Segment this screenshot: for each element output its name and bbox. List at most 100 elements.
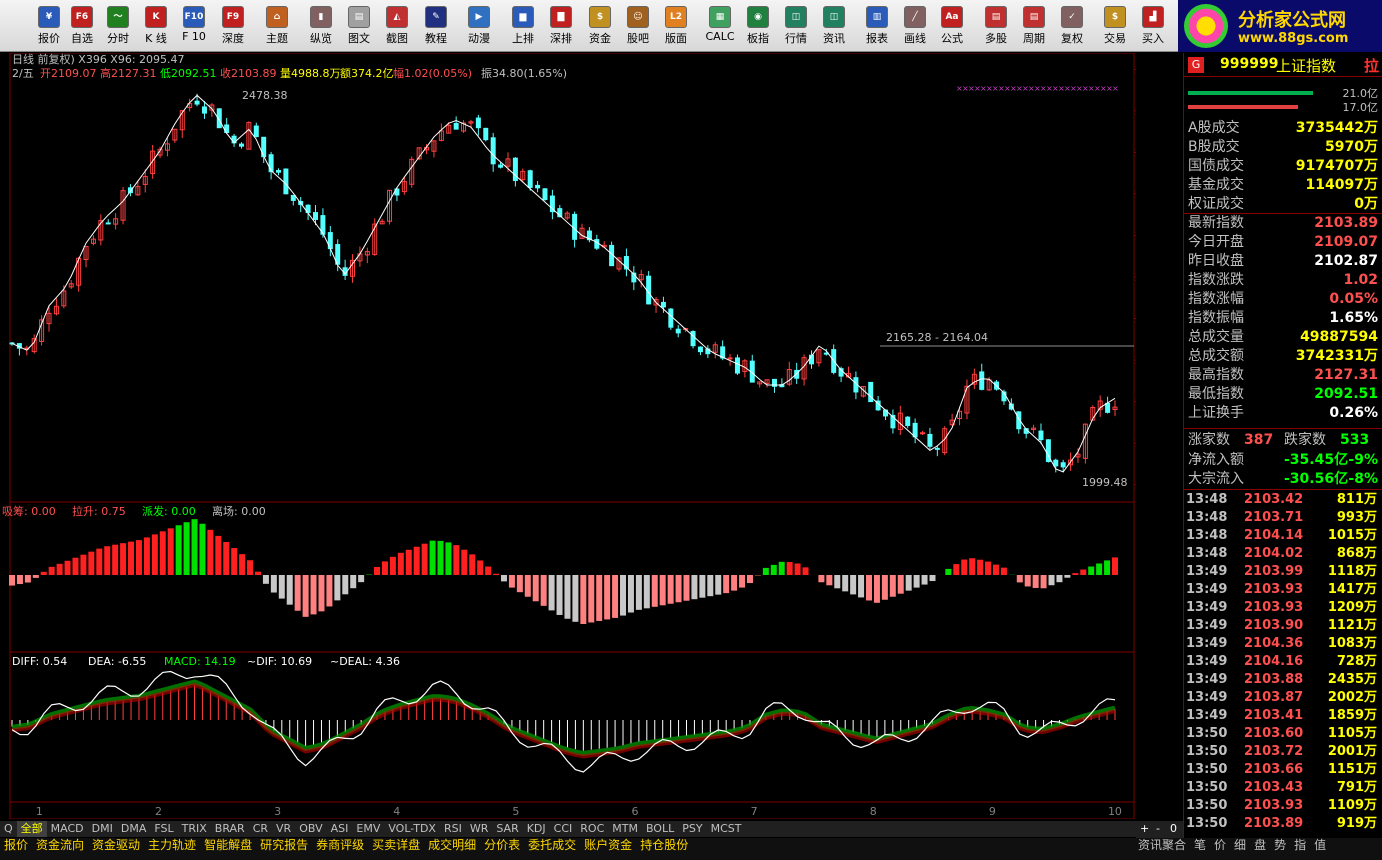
toolbar-button-5[interactable]: F9 深度 <box>214 2 252 50</box>
toolbar-button-17[interactable]: ▦ CALC <box>701 2 739 50</box>
toolbar-button-12[interactable]: ▆ 上排 <box>504 2 542 50</box>
flow-value: -30.56亿 <box>1284 471 1349 487</box>
toolbar-button-25[interactable]: ▤ 周期 <box>1015 2 1053 50</box>
tick-price: 2103.93 <box>1244 798 1304 813</box>
toolbar-button-26[interactable]: ✓ 复权 <box>1053 2 1091 50</box>
indicator-tab-9[interactable]: VR <box>272 821 295 837</box>
indicator-tab-10[interactable]: OBV <box>295 821 326 837</box>
toolbar-button-6[interactable]: ⌂ 主题 <box>258 2 296 50</box>
tick-time: 13:49 <box>1186 564 1228 579</box>
function-tab-9[interactable]: 分价表 <box>480 838 524 852</box>
toolbar-button-10[interactable]: ✎ 教程 <box>417 2 455 50</box>
right-tab-1[interactable]: 笔 <box>1190 838 1210 852</box>
toolbar-button-27[interactable]: $ 交易 <box>1096 2 1134 50</box>
function-tab-8[interactable]: 成交明细 <box>424 838 480 852</box>
stat-row: 最新指数 2103.89 <box>1188 214 1378 233</box>
indicator-tab-13[interactable]: VOL-TDX <box>384 821 440 837</box>
function-tab-10[interactable]: 委托成交 <box>524 838 580 852</box>
right-tab-5[interactable]: 势 <box>1270 838 1290 852</box>
toolbar-button-13[interactable]: ▇ 深排 <box>542 2 580 50</box>
right-tab-2[interactable]: 价 <box>1210 838 1230 852</box>
indicator-tab-16[interactable]: SAR <box>492 821 522 837</box>
umbrella-icon: ◭ <box>386 6 408 28</box>
indicator-tab-5[interactable]: FSL <box>150 821 177 837</box>
tick-row: 13:50 2103.89 919万 <box>1184 815 1382 833</box>
tick-price: 2103.89 <box>1244 816 1304 831</box>
indicator-tab-17[interactable]: KDJ <box>523 821 550 837</box>
right-tab-3[interactable]: 细 <box>1230 838 1250 852</box>
function-tab-2[interactable]: 资金驱动 <box>88 838 144 852</box>
indicator-tab-7[interactable]: BRAR <box>211 821 249 837</box>
indicator-tab-23[interactable]: MCST <box>707 821 746 837</box>
tick-row: 13:48 2103.71 993万 <box>1184 509 1382 527</box>
toolbar-button-8[interactable]: ▤ 图文 <box>340 2 378 50</box>
toolbar-button-20[interactable]: ◫ 资讯 <box>815 2 853 50</box>
function-tab-3[interactable]: 主力轨迹 <box>144 838 200 852</box>
multistock-icon: ▤ <box>985 6 1007 28</box>
indicator-tab-21[interactable]: BOLL <box>642 821 678 837</box>
function-tab-1[interactable]: 资金流向 <box>32 838 88 852</box>
toolbar-button-18[interactable]: ◉ 板指 <box>739 2 777 50</box>
zoom-out-button[interactable]: - <box>1156 822 1160 835</box>
zoom-in-button[interactable]: + <box>1140 822 1149 835</box>
toolbar-button-4[interactable]: F10 F 10 <box>175 2 213 50</box>
indicator-tab-0[interactable]: Q <box>0 821 17 837</box>
function-tab-7[interactable]: 买卖详盘 <box>368 838 424 852</box>
stock-tag: G <box>1188 57 1204 73</box>
toolbar-button-28[interactable]: ▟ 买入 <box>1134 2 1172 50</box>
toolbar-button-22[interactable]: ╱ 画线 <box>896 2 934 50</box>
toolbar-button-21[interactable]: ▥ 报表 <box>858 2 896 50</box>
toolbar-button-16[interactable]: L2 版面 <box>657 2 695 50</box>
indicator-tab-15[interactable]: WR <box>466 821 493 837</box>
stat-value: 5970万 <box>1325 139 1378 155</box>
function-tab-12[interactable]: 持仓股份 <box>636 838 692 852</box>
toolbar-button-7[interactable]: ▮ 纵览 <box>302 2 340 50</box>
toolbar-button-23[interactable]: Aa 公式 <box>933 2 971 50</box>
sub1-bar <box>24 575 31 583</box>
indicator-tab-20[interactable]: MTM <box>608 821 642 837</box>
right-tab-7[interactable]: 值 <box>1310 838 1330 852</box>
indicator-tab-22[interactable]: PSY <box>678 821 706 837</box>
toolbar-button-11[interactable]: ▶ 动漫 <box>460 2 498 50</box>
right-tab-4[interactable]: 盘 <box>1250 838 1270 852</box>
tick-time: 13:49 <box>1186 582 1228 597</box>
price-tick-label: 2450 <box>1135 105 1136 118</box>
chart-area[interactable]: 日线 前复权) X396 X96: 2095.47 2/五 开2109.07 高212… <box>0 52 1182 820</box>
tick-volume: 1015万 <box>1327 528 1377 543</box>
function-tab-0[interactable]: 报价 <box>0 838 32 852</box>
stat-label: 总成交量 <box>1188 329 1244 345</box>
indicator-tab-1[interactable]: 全部 <box>16 821 47 837</box>
function-tab-4[interactable]: 智能解盘 <box>200 838 256 852</box>
down-label: 跌家数 <box>1284 432 1326 448</box>
kline-chart-svg[interactable]: 日线 前复权) X396 X96: 2095.472/五 开2109.07 高212… <box>0 52 1182 820</box>
indicator-tab-19[interactable]: ROC <box>576 821 608 837</box>
toolbar-button-24[interactable]: ▤ 多股 <box>977 2 1015 50</box>
function-tab-6[interactable]: 券商评级 <box>312 838 368 852</box>
function-tab-5[interactable]: 研究报告 <box>256 838 312 852</box>
indicator-tab-12[interactable]: EMV <box>352 821 384 837</box>
indicator-tab-8[interactable]: CR <box>249 821 272 837</box>
stat-row: 指数涨跌 1.02 <box>1188 271 1378 290</box>
right-tab-0[interactable]: 资讯聚合 <box>1134 838 1190 852</box>
indicator-tab-4[interactable]: DMA <box>117 821 151 837</box>
toolbar-button-9[interactable]: ◭ 截图 <box>378 2 416 50</box>
toolbar-button-1[interactable]: F6 自选 <box>63 2 101 50</box>
month-tick-label: 6 <box>631 805 638 818</box>
indicator-tab-14[interactable]: RSI <box>440 821 466 837</box>
toolbar-button-15[interactable]: ☺ 股吧 <box>619 2 657 50</box>
zoom-extra[interactable]: 0 <box>1170 822 1177 835</box>
sub1-bar <box>596 575 603 621</box>
indicator-tab-11[interactable]: ASI <box>327 821 353 837</box>
ohlc-value: 振34.80(1.65%) <box>481 66 567 80</box>
toolbar-button-19[interactable]: ◫ 行情 <box>777 2 815 50</box>
toolbar-button-2[interactable]: ～ 分时 <box>99 2 137 50</box>
toolbar-button-14[interactable]: $ 资金 <box>581 2 619 50</box>
function-tab-11[interactable]: 账户资金 <box>580 838 636 852</box>
right-tab-6[interactable]: 指 <box>1290 838 1310 852</box>
indicator-tab-2[interactable]: MACD <box>47 821 88 837</box>
money-flow-value: 17.0亿 <box>1342 101 1379 114</box>
indicator-tab-3[interactable]: DMI <box>88 821 117 837</box>
indicator-tab-18[interactable]: CCI <box>550 821 577 837</box>
toolbar-button-3[interactable]: K K 线 <box>137 2 175 50</box>
indicator-tab-6[interactable]: TRIX <box>178 821 211 837</box>
